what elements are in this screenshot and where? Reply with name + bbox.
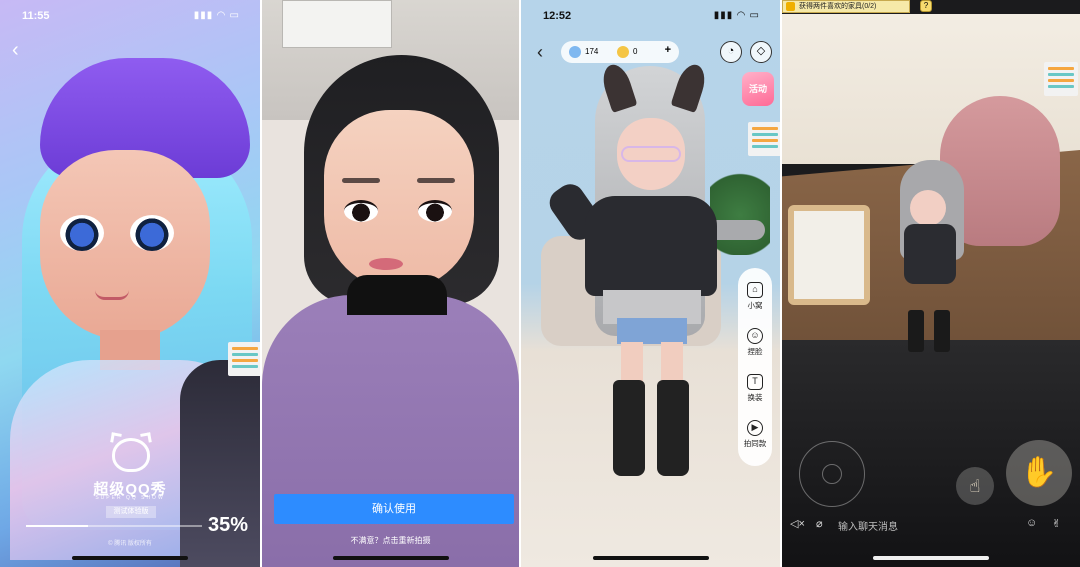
play-icon: ▶ [747,420,763,436]
menu-item-label: 换装 [747,393,763,402]
qq-show-logo-icon [110,432,152,472]
menu-item-home[interactable]: ⌂ 小窝 [738,282,772,311]
avatar-body [904,224,956,284]
gesture-icon[interactable]: ✌ [1052,517,1061,530]
avatar-glasses [621,146,681,162]
add-currency-button[interactable]: + [665,44,671,56]
face-icon: ☺ [747,328,763,344]
home-indicator[interactable] [72,556,188,560]
mic-off-icon[interactable]: ⌀ [816,517,823,530]
loading-progress-fill [26,525,88,527]
status-time: 12:52 [543,10,572,22]
avatar-eye-left [344,200,378,222]
diamond-coin-icon [569,46,581,58]
avatar-brow-left [342,178,380,183]
signal-wifi-battery-icon: ▮▮▮ ◠ ▭ [193,10,240,21]
back-button[interactable]: ‹ [12,40,26,62]
avatar-sweater [262,295,519,567]
home-indicator[interactable] [332,556,449,560]
menu-item-face[interactable]: ☺ 捏脸 [738,328,772,357]
avatar-brow-right [417,178,455,183]
face-capture-panel: 确认使用 不满意？点击重新拍摄 [262,0,519,567]
avatar-shorts [617,318,687,344]
avatar-eye-left [60,215,104,251]
menu-item-outfit[interactable]: T 换装 [738,374,772,403]
currency-bar: 174 0 + [561,41,679,63]
interact-hand-icon[interactable]: ☝ [956,467,994,505]
status-bar: 12:52 ▮▮▮ ◠ ▭ [521,0,780,32]
gold-count: 0 [633,47,638,56]
confirm-use-button[interactable]: 确认使用 [274,494,514,524]
background-air-conditioner [282,0,392,48]
diamond-count: 174 [585,47,599,56]
task-banner[interactable]: 获得两件喜欢的家具(0/2) [782,0,910,13]
room-panel: 获得两件喜欢的家具(0/2) ? ☝ ✋ ◁× ⌀ 输入聊天消息 ☺ ✌ [782,0,1080,567]
background-plant [710,155,770,255]
avatar-boot-left [613,380,645,476]
floating-widget[interactable] [228,342,260,376]
menu-item-label: 捏脸 [747,347,763,356]
avatar-mouth [95,290,129,300]
avatar-eye-right [130,215,174,251]
menu-item-label: 小窝 [747,301,763,310]
status-time: 11:55 [22,10,50,22]
retake-link[interactable]: 不满意？点击重新拍摄 [262,535,519,546]
help-button[interactable]: ? [920,0,932,12]
loading-percent: 35% [207,514,248,536]
wave-hand-icon[interactable]: ✋ [1006,440,1072,506]
task-icon [786,2,795,11]
joystick-knob[interactable] [822,464,842,484]
task-banner-text: 获得两件喜欢的家具(0/2) [799,3,877,10]
avatar-face [910,190,946,226]
back-button[interactable]: ‹ [537,42,543,63]
version-tag: 测试体验版 [106,506,156,518]
gold-coin-icon [617,46,629,58]
menu-item-label: 拍同款 [743,439,767,448]
avatar-eye-right [418,200,452,222]
side-menu: ⌂ 小窝 ☺ 捏脸 T 换装 ▶ 拍同款 [738,268,772,466]
speaker-off-icon[interactable]: ◁× [790,517,805,530]
avatar-boot-right [934,310,950,352]
shield-icon[interactable]: ◇ [750,41,772,63]
avatar-home-panel: 12:52 ▮▮▮ ◠ ▭ ‹ 174 0 + ◔ ◇ 活动 ⌂ 小窝 ☺ 捏脸… [521,0,780,567]
chat-input[interactable]: 输入聊天消息 [838,518,898,533]
avatar-leg-left [621,342,643,382]
chat-bar: ◁× ⌀ 输入聊天消息 ☺ ✌ [782,512,1080,536]
avatar-boot-right [657,380,689,476]
avatar-turtleneck [347,275,447,315]
armchair-furniture[interactable] [788,205,870,305]
bell-icon[interactable]: ◔ [720,41,742,63]
avatar-ear-right [670,61,710,113]
floating-widget[interactable] [1044,62,1078,96]
floating-widget[interactable] [748,122,780,156]
home-indicator[interactable] [592,556,709,560]
loading-screen-panel: 11:55 ▮▮▮ ◠ ▭ ‹ 超级QQ秀 SUPER QQ SHOW 测试体验… [0,0,260,567]
signal-wifi-battery-icon: ▮▮▮ ◠ ▭ [713,10,760,21]
movement-joystick[interactable] [799,441,865,507]
menu-item-photo[interactable]: ▶ 拍同款 [738,420,772,449]
copyright-text: © 腾讯 版权所有 [108,541,152,547]
home-indicator[interactable] [873,556,989,560]
brand-subtitle: SUPER QQ SHOW [95,495,165,501]
home-icon: ⌂ [747,282,763,298]
shirt-icon: T [747,374,763,390]
avatar-boot-left [908,310,924,352]
avatar-shirt [585,196,717,296]
event-badge[interactable]: 活动 [742,72,774,106]
loading-progress-bar [26,525,202,527]
status-bar: 11:55 ▮▮▮ ◠ ▭ [0,0,260,32]
avatar-leg-right [661,342,683,382]
emoji-icon[interactable]: ☺ [1026,517,1037,529]
avatar-lips [369,258,403,270]
